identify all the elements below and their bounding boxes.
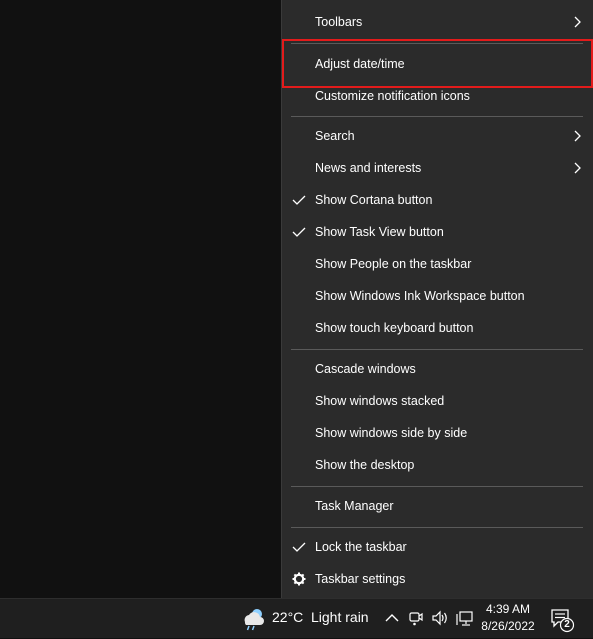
meet-now-icon[interactable] xyxy=(408,610,424,626)
menu-item-show-cortana-button[interactable]: Show Cortana button xyxy=(282,184,592,216)
clock-time: 4:39 AM xyxy=(485,602,531,616)
menu-item-label: Show touch keyboard button xyxy=(315,321,474,335)
submenu-arrow-icon xyxy=(574,162,581,174)
menu-item-label: Show Cortana button xyxy=(315,193,433,207)
weather-temperature: 22°C xyxy=(272,609,304,625)
checkmark-icon xyxy=(292,542,306,552)
menu-item-label: Taskbar settings xyxy=(315,572,406,586)
menu-separator xyxy=(291,527,583,528)
menu-item-label: Show Task View button xyxy=(315,225,444,239)
menu-item-show-people[interactable]: Show People on the taskbar xyxy=(282,248,592,280)
weather-widget[interactable]: 22°C Light rain xyxy=(238,599,372,639)
checkmark-icon xyxy=(292,195,306,205)
menu-item-label: Show People on the taskbar xyxy=(315,257,472,271)
menu-separator xyxy=(291,486,583,487)
menu-item-show-the-desktop[interactable]: Show the desktop xyxy=(282,449,592,481)
menu-item-task-manager[interactable]: Task Manager xyxy=(282,490,592,522)
menu-item-toolbars[interactable]: Toolbars xyxy=(282,6,592,38)
menu-item-label: Toolbars xyxy=(315,15,363,29)
menu-item-lock-the-taskbar[interactable]: Lock the taskbar xyxy=(282,531,592,563)
menu-item-show-task-view-button[interactable]: Show Task View button xyxy=(282,216,592,248)
menu-item-cascade-windows[interactable]: Cascade windows xyxy=(282,353,592,385)
checkmark-icon xyxy=(292,227,306,237)
menu-separator xyxy=(291,116,583,117)
menu-item-label: Search xyxy=(315,129,355,143)
weather-condition: Light rain xyxy=(311,609,369,625)
menu-item-label: News and interests xyxy=(315,161,422,175)
menu-item-show-windows-stacked[interactable]: Show windows stacked xyxy=(282,385,592,417)
menu-item-label: Lock the taskbar xyxy=(315,540,407,554)
highlight-box xyxy=(282,39,593,88)
menu-item-show-windows-ink-workspace[interactable]: Show Windows Ink Workspace button xyxy=(282,280,592,312)
gear-icon xyxy=(292,572,306,586)
cloud-rain-icon xyxy=(244,609,264,631)
menu-item-label: Show windows side by side xyxy=(315,426,468,440)
menu-item-taskbar-settings[interactable]: Taskbar settings xyxy=(282,563,592,595)
network-icon[interactable] xyxy=(456,610,474,627)
menu-item-search[interactable]: Search xyxy=(282,120,592,152)
taskbar-context-menu: Toolbars Adjust date/time Customize noti… xyxy=(281,0,593,601)
menu-item-label: Show Windows Ink Workspace button xyxy=(315,289,525,303)
menu-item-label: Cascade windows xyxy=(315,362,416,376)
menu-separator xyxy=(291,349,583,350)
menu-item-label: Show windows stacked xyxy=(315,394,445,408)
menu-item-show-windows-side-by-side[interactable]: Show windows side by side xyxy=(282,417,592,449)
menu-item-label: Task Manager xyxy=(315,499,394,513)
menu-item-show-touch-keyboard[interactable]: Show touch keyboard button xyxy=(282,312,592,344)
notification-count-badge: 2 xyxy=(564,619,570,630)
submenu-arrow-icon xyxy=(574,16,581,28)
submenu-arrow-icon xyxy=(574,130,581,142)
menu-item-label: Show the desktop xyxy=(315,458,415,472)
chevron-up-icon[interactable] xyxy=(385,612,399,624)
taskbar: 22°C Light rain 4:39 AM 8/26/2022 2 xyxy=(0,598,593,638)
system-clock[interactable]: 4:39 AM 8/26/2022 xyxy=(476,601,540,635)
volume-icon[interactable] xyxy=(431,610,449,626)
action-center-button[interactable]: 2 xyxy=(549,607,575,633)
menu-item-news-and-interests[interactable]: News and interests xyxy=(282,152,592,184)
clock-date: 8/26/2022 xyxy=(481,619,535,633)
